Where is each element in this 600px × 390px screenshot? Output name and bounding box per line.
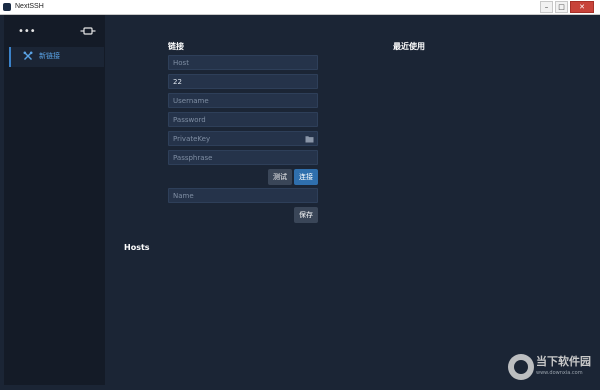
- username-field[interactable]: [168, 93, 318, 108]
- more-icon[interactable]: •••: [18, 27, 36, 37]
- port-field[interactable]: [168, 74, 318, 89]
- sidebar: ••• 新链接: [4, 15, 105, 385]
- name-input[interactable]: [169, 189, 317, 202]
- watermark: 当下软件园 www.downxia.com: [508, 352, 598, 386]
- name-field[interactable]: [168, 188, 318, 203]
- connection-section-title: 链接: [168, 42, 184, 51]
- title-bar: NextSSH – □ ✕: [0, 0, 600, 15]
- passphrase-field[interactable]: [168, 150, 318, 165]
- host-input[interactable]: [169, 56, 317, 69]
- close-button[interactable]: ✕: [570, 1, 594, 13]
- password-input[interactable]: [169, 113, 317, 126]
- connect-button[interactable]: 连接: [294, 169, 318, 185]
- test-button[interactable]: 测试: [268, 169, 292, 185]
- password-field[interactable]: [168, 112, 318, 127]
- sidebar-item-label: 新链接: [39, 52, 60, 60]
- passphrase-input[interactable]: [169, 151, 317, 164]
- save-button[interactable]: 保存: [294, 207, 318, 223]
- app-icon: [3, 3, 11, 11]
- window-controls: – □ ✕: [538, 1, 594, 13]
- sidebar-item-new-connection[interactable]: 新链接: [9, 47, 104, 67]
- private-key-field[interactable]: [168, 131, 318, 146]
- hosts-section-title: Hosts: [124, 243, 150, 252]
- maximize-button[interactable]: □: [555, 1, 568, 13]
- recent-section-title: 最近使用: [393, 42, 425, 51]
- username-input[interactable]: [169, 94, 317, 107]
- host-field[interactable]: [168, 55, 318, 70]
- watermark-text: 当下软件园: [536, 355, 591, 368]
- folder-icon[interactable]: [305, 135, 314, 143]
- private-key-input[interactable]: [169, 132, 317, 145]
- minimize-button[interactable]: –: [540, 1, 553, 13]
- watermark-logo: [508, 354, 534, 380]
- port-input[interactable]: [169, 75, 317, 88]
- tools-icon: [23, 51, 33, 60]
- window-title: NextSSH: [15, 3, 44, 10]
- connections-icon[interactable]: [80, 25, 96, 37]
- watermark-url: www.downxia.com: [536, 370, 583, 376]
- app-window: NextSSH – □ ✕ ••• 新链接 链接 Host 22 Usernam…: [0, 0, 600, 390]
